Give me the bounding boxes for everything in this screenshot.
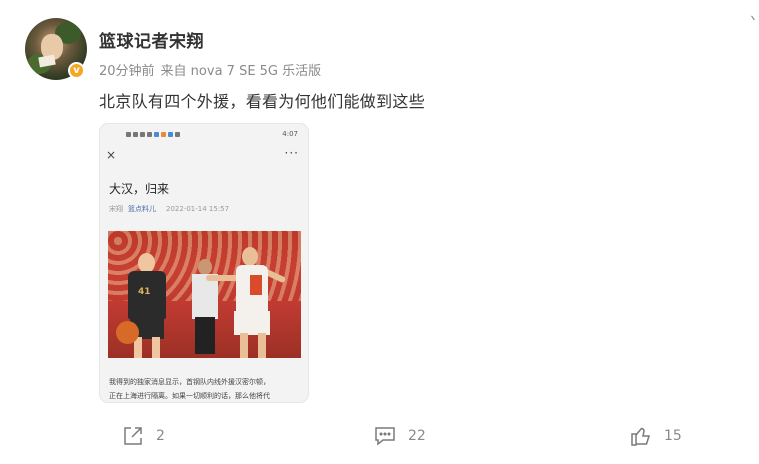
article-title: 大汉，归来	[109, 182, 170, 196]
status-time: 4:07	[282, 130, 298, 138]
referee	[190, 259, 220, 354]
action-bar: 2 22 15	[0, 425, 759, 453]
like-button[interactable]: 15	[630, 425, 682, 447]
article-channel: 篮点料儿	[128, 205, 156, 213]
player-white-jersey	[206, 247, 287, 358]
article-photo: 41	[108, 231, 301, 358]
more-icon: ···	[284, 146, 299, 160]
comment-button[interactable]: 22	[374, 425, 426, 447]
article-body-line: 正在上海进行隔离。如果一切顺利的话，那么他将代	[109, 392, 270, 400]
username[interactable]: 篮球记者宋翔	[99, 27, 204, 52]
article-body: 我得到的独家消息显示，首钢队内线外援汉密尔顿， 正在上海进行隔离。如果一切顺利的…	[109, 375, 304, 402]
article-body-line: 我得到的独家消息显示，首钢队内线外援汉密尔顿，	[109, 378, 270, 386]
article-date: 2022-01-14 15:57	[166, 205, 230, 213]
post-source[interactable]: 来自 nova 7 SE 5G 乐活版	[161, 64, 322, 79]
post-time[interactable]: 20分钟前	[99, 64, 155, 79]
article-author: 宋翔	[109, 205, 123, 213]
basketball	[116, 321, 139, 344]
close-icon: ×	[106, 148, 117, 162]
chevron-down-icon[interactable]	[751, 12, 759, 21]
post-meta: 20分钟前 来自 nova 7 SE 5G 乐活版	[99, 60, 321, 79]
thumbs-up-icon	[631, 427, 651, 446]
phone-nav: × ···	[100, 146, 308, 166]
article-source: 宋翔 篮点料儿 2022-01-14 15:57	[109, 204, 229, 214]
share-button[interactable]: 2	[122, 425, 165, 447]
share-count: 2	[156, 428, 165, 444]
post-image[interactable]: 4:07 × ··· 大汉，归来 宋翔 篮点料儿 2022-01-14 15:57 …	[99, 123, 309, 403]
like-count: 15	[664, 428, 682, 444]
post-text: 北京队有四个外援，看看为何他们能做到这些	[99, 92, 426, 111]
comment-icon	[375, 427, 395, 446]
comment-count: 22	[408, 428, 426, 444]
verified-badge-icon: v	[68, 62, 85, 79]
status-icons	[126, 131, 182, 139]
avatar-paper	[38, 54, 56, 68]
share-icon	[124, 427, 142, 445]
phone-status-bar: 4:07	[100, 124, 308, 146]
